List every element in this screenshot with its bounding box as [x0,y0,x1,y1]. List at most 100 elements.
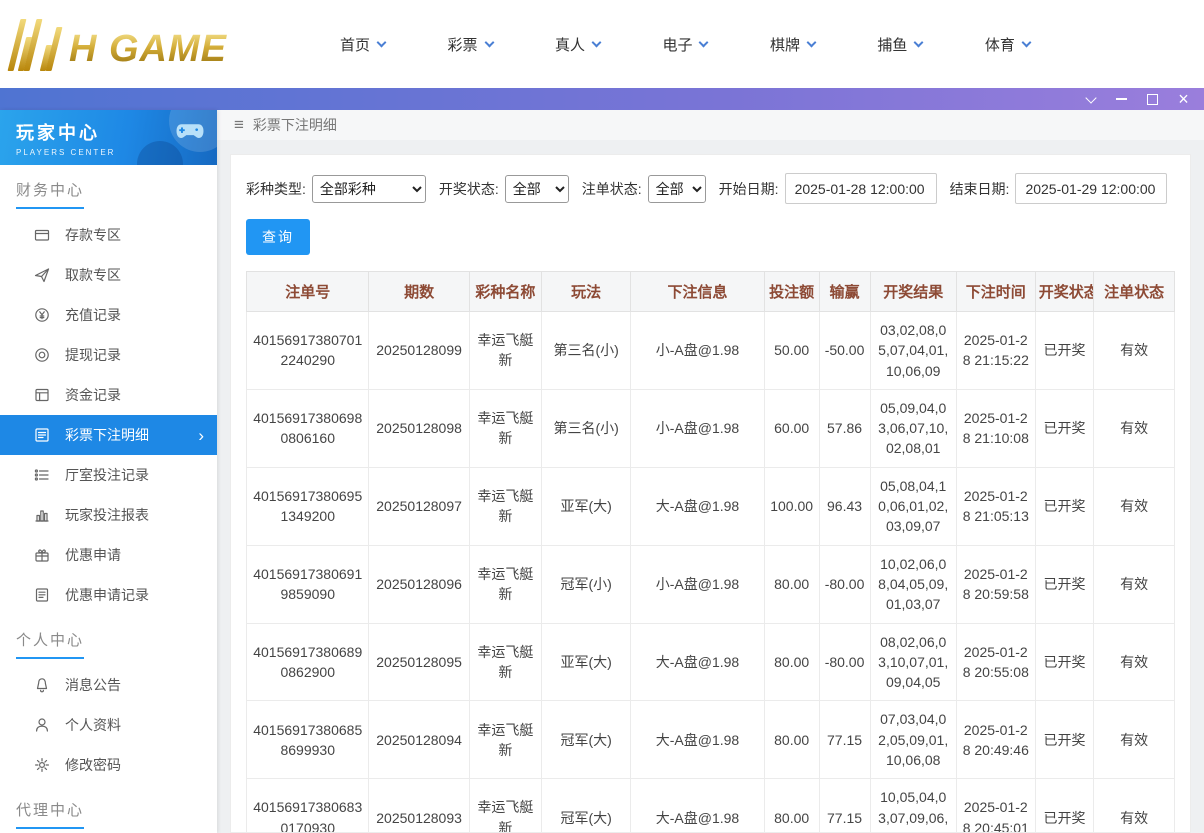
table-cell: 已开奖 [1035,467,1093,545]
table-cell: 大-A盘@1.98 [631,467,765,545]
table-row: 40156917380691985909020250128096幸运飞艇新冠军(… [247,545,1175,623]
table-row: 40156917380701224029020250128099幸运飞艇新第三名… [247,312,1175,390]
table-cell: 已开奖 [1035,623,1093,701]
table-row: 40156917380683017093020250128093幸运飞艇新冠军(… [247,779,1175,833]
table-cell: 77.15 [819,701,870,779]
nav-item-lottery[interactable]: 彩票 [447,34,492,55]
sidebar-item-player-bet-report[interactable]: 玩家投注报表 [0,495,217,535]
hall-list-icon [33,467,50,484]
promo-list-icon [33,587,50,604]
sidebar-section-finance-center: 财务中心 [0,165,217,215]
table-cell: 20250128096 [369,545,469,623]
table-cell: 401569173806858699930 [247,701,369,779]
table-cell: 57.86 [819,389,870,467]
window-minimize-button[interactable] [1113,91,1130,107]
sidebar-item-withdraw-zone[interactable]: 取款专区 [0,255,217,295]
sidebar-item-funds-records[interactable]: 资金记录 [0,375,217,415]
table-cell: 2025-01-28 20:49:46 [956,701,1035,779]
sidebar-item-label: 消息公告 [65,675,121,695]
table-cell: 幸运飞艇新 [469,623,541,701]
gear-icon [33,757,50,774]
end-date-input[interactable] [1015,173,1167,204]
window-dropdown-icon[interactable] [1082,91,1099,107]
column-header: 彩种名称 [469,272,541,312]
chevron-down-icon [1021,37,1031,47]
sidebar-item-lottery-bet-details[interactable]: 彩票下注明细 [0,415,217,455]
table-cell: 401569173806951349200 [247,467,369,545]
column-header: 开奖状态 [1035,272,1093,312]
nav-item-sports[interactable]: 体育 [985,34,1030,55]
sidebar-header: 玩家中心 PLAYERS CENTER [0,110,217,165]
sidebar-item-profile[interactable]: 个人资料 [0,705,217,745]
table-row: 40156917380698080616020250128098幸运飞艇新第三名… [247,389,1175,467]
nav-item-home[interactable]: 首页 [340,34,385,55]
nav-item-label: 体育 [985,34,1015,55]
table-cell: 幸运飞艇新 [469,312,541,390]
sidebar: 玩家中心 PLAYERS CENTER 财务中心存款专区取款专区充值记录提现记录… [0,110,217,833]
sidebar-item-label: 优惠申请记录 [65,585,149,605]
sidebar-item-hall-bet-records[interactable]: 厅室投注记录 [0,455,217,495]
lottery-type-select[interactable]: 全部彩种 [312,175,426,203]
person-icon [33,717,50,734]
column-header: 注单状态 [1094,272,1175,312]
table-cell: 10,05,04,03,07,09,06,01,02,08 [870,779,956,833]
window-close-button[interactable] [1175,91,1192,107]
nav-item-electronic[interactable]: 电子 [662,34,707,55]
table-cell: 08,02,06,03,10,07,01,09,04,05 [870,623,956,701]
filter-bar: 彩种类型: 全部彩种 开奖状态: 全部 注单状态: 全部 [246,173,1175,204]
sidebar-item-promo-apply-records[interactable]: 优惠申请记录 [0,575,217,615]
sidebar-item-change-password[interactable]: 修改密码 [0,745,217,785]
draw-status-select[interactable]: 全部 [505,175,569,203]
table-cell: 已开奖 [1035,312,1093,390]
sidebar-section-label: 代理中心 [16,799,84,829]
table-cell: 20250128099 [369,312,469,390]
lottery-type-filter: 彩种类型: 全部彩种 [246,175,426,203]
sidebar-item-withdrawal-records[interactable]: 提现记录 [0,335,217,375]
query-button[interactable]: 查询 [246,219,310,255]
sidebar-item-deposit-zone[interactable]: 存款专区 [0,215,217,255]
window-titlebar [0,88,1204,110]
nav-item-fishing[interactable]: 捕鱼 [877,34,922,55]
table-cell: 96.43 [819,467,870,545]
window-maximize-button[interactable] [1144,91,1161,107]
table-cell: 有效 [1094,701,1175,779]
report-icon [33,507,50,524]
chevron-down-icon [377,37,387,47]
start-date-input[interactable] [785,173,937,204]
table-cell: 20250128095 [369,623,469,701]
table-cell: 第三名(小) [542,389,631,467]
order-status-filter: 注单状态: 全部 [582,175,706,203]
recharge-icon [33,307,50,324]
nav-item-label: 捕鱼 [877,34,907,55]
top-nav: 首页 彩票 真人 电子 棋牌 捕鱼 体育 [340,34,1030,55]
menu-icon[interactable] [234,115,244,135]
main-content: 彩票下注明细 彩种类型: 全部彩种 开奖状态: 全部 注单状态: [217,110,1204,833]
table-cell: 80.00 [764,623,819,701]
sidebar-item-label: 提现记录 [65,345,121,365]
table-row: 40156917380685869993020250128094幸运飞艇新冠军(… [247,701,1175,779]
chevron-down-icon [914,37,924,47]
nav-item-chess[interactable]: 棋牌 [770,34,815,55]
nav-item-live[interactable]: 真人 [555,34,600,55]
table-cell: 幸运飞艇新 [469,779,541,833]
column-header: 开奖结果 [870,272,956,312]
chevron-down-icon [484,37,494,47]
list-icon [33,427,50,444]
chevron-down-icon [699,37,709,47]
sidebar-item-label: 充值记录 [65,305,121,325]
table-row: 40156917380689086290020250128095幸运飞艇新亚军(… [247,623,1175,701]
breadcrumb: 彩票下注明细 [217,110,1204,140]
sidebar-item-announcements[interactable]: 消息公告 [0,665,217,705]
nav-item-label: 真人 [555,34,585,55]
table-cell: 已开奖 [1035,389,1093,467]
sidebar-item-promo-apply[interactable]: 优惠申请 [0,535,217,575]
column-header: 输赢 [819,272,870,312]
logo[interactable]: H GAME [8,17,298,71]
table-cell: 幸运飞艇新 [469,701,541,779]
sidebar-subtitle: PLAYERS CENTER [16,148,217,157]
nav-item-label: 电子 [662,34,692,55]
draw-status-filter: 开奖状态: 全部 [439,175,569,203]
sidebar-item-recharge-records[interactable]: 充值记录 [0,295,217,335]
order-status-select[interactable]: 全部 [648,175,706,203]
column-header: 玩法 [542,272,631,312]
